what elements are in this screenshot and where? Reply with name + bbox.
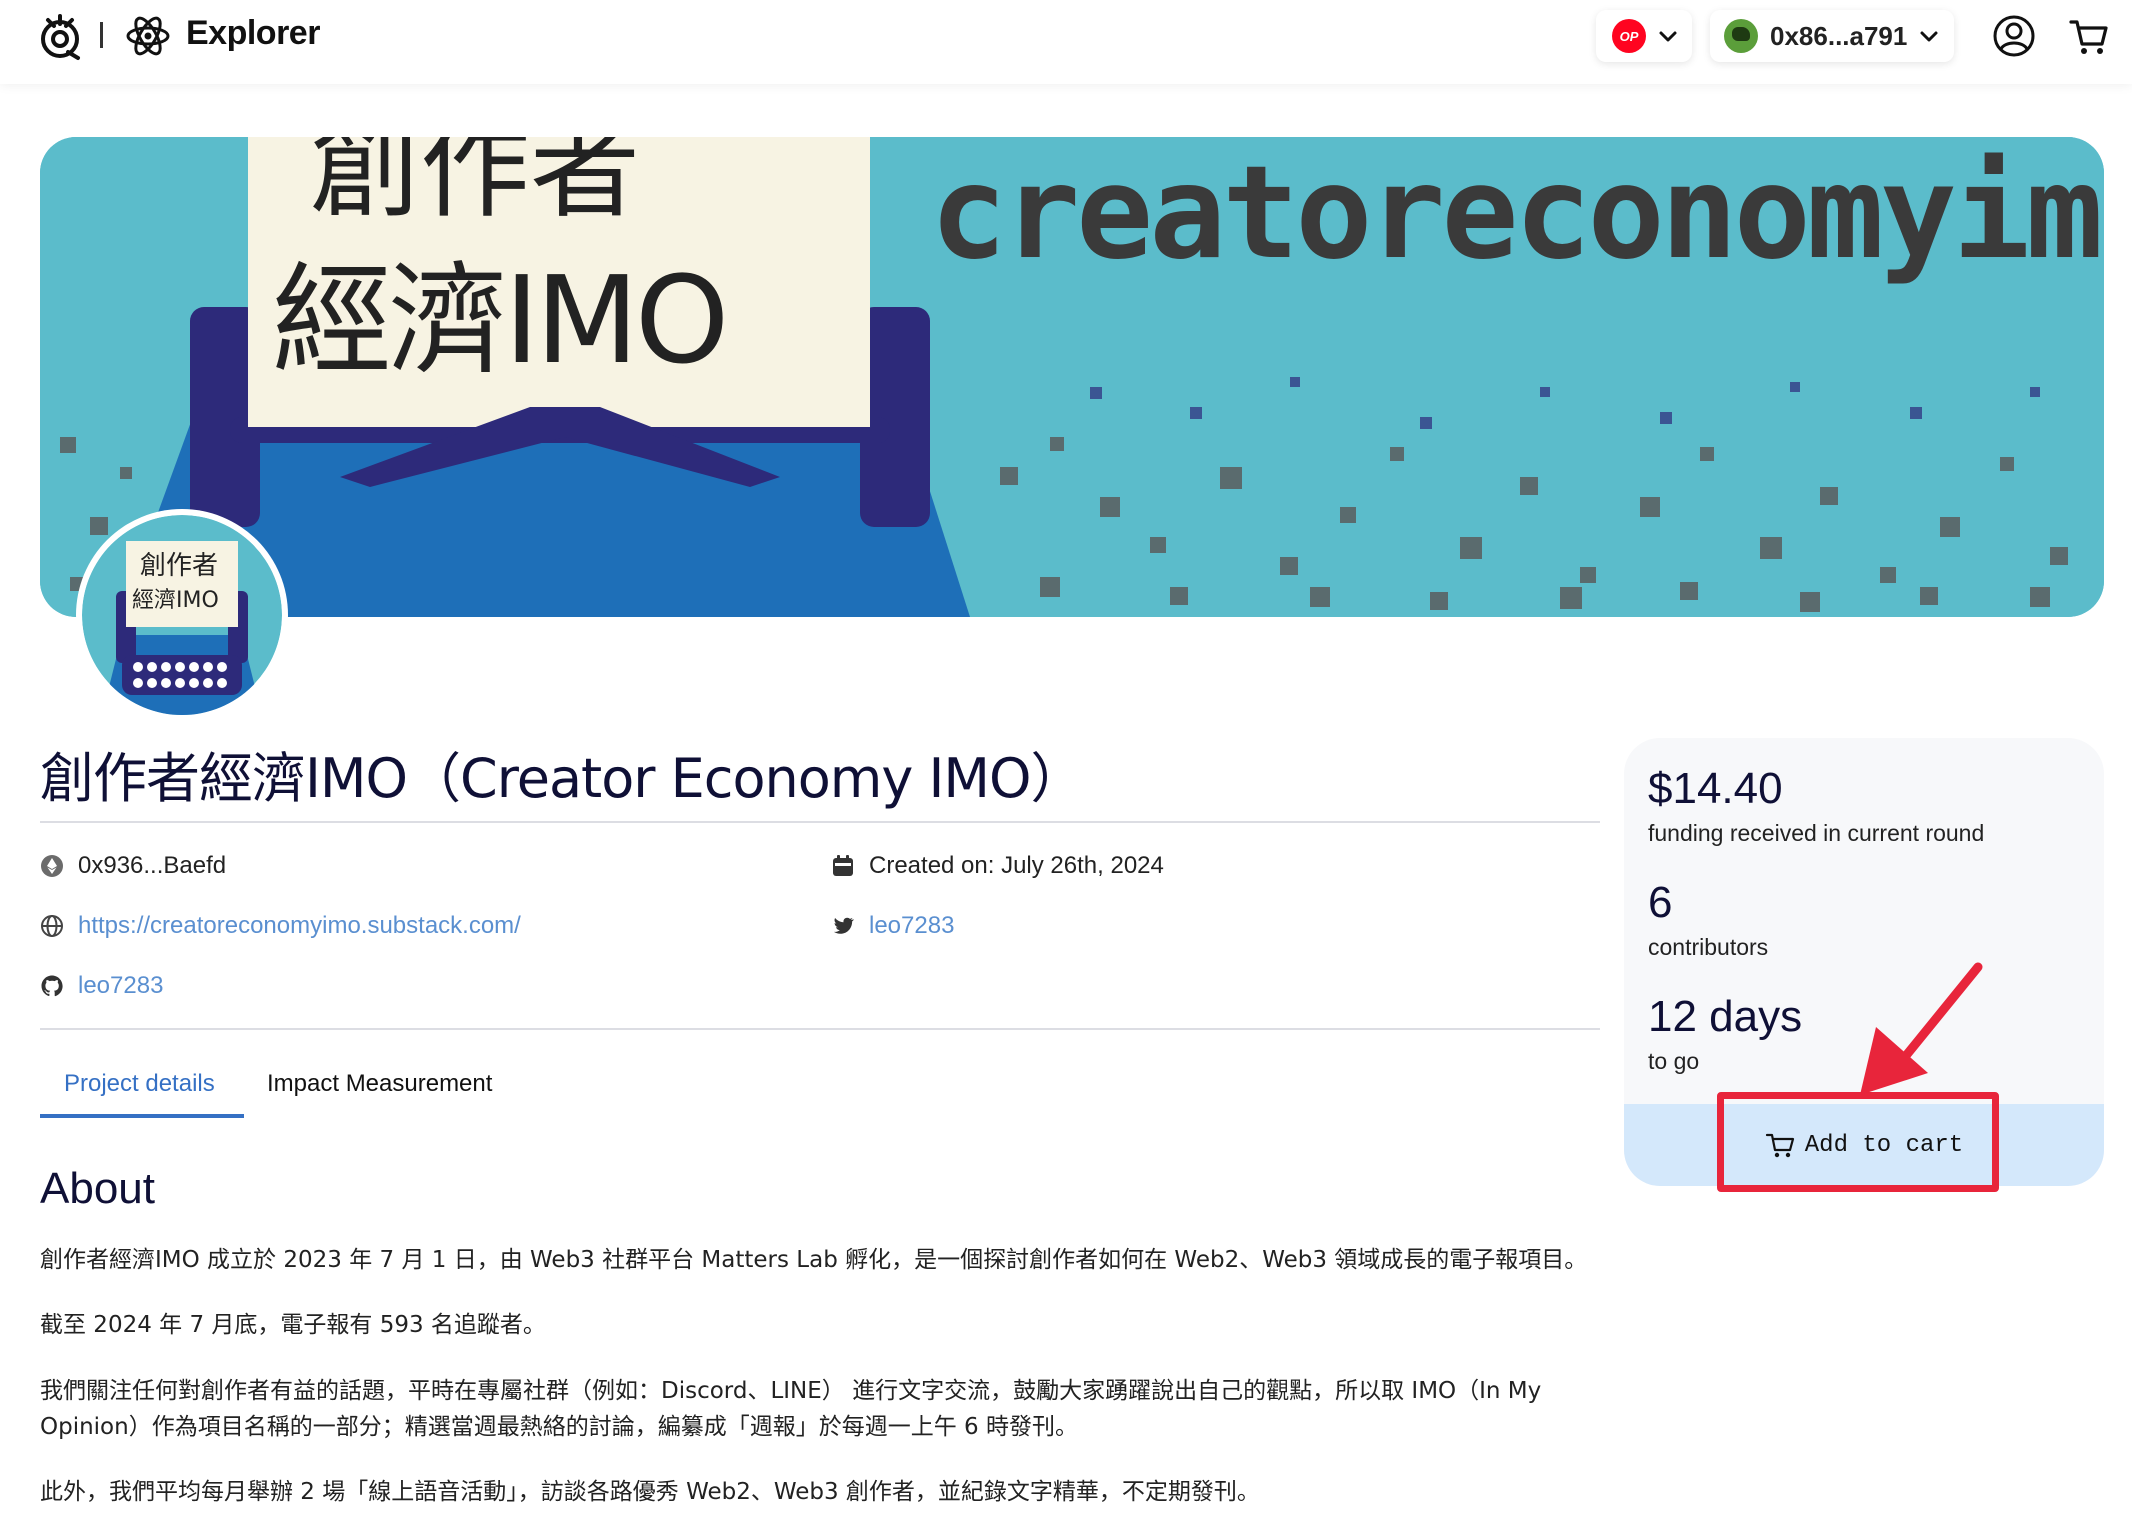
owner-address: 0x936...Baefd xyxy=(78,852,227,879)
funding-label: funding received in current round xyxy=(1648,820,1985,846)
avatar-text-line2: 經濟IMO xyxy=(132,588,219,613)
wallet-selector[interactable]: 0x86...a791 xyxy=(1710,10,1954,62)
page-title: 創作者經濟IMO（Creator Economy IMO） xyxy=(40,747,1084,810)
project-banner-image: creatoreconomyimo 創作者 經濟IMO xyxy=(40,137,2104,617)
twitter-link[interactable]: leo7283 xyxy=(869,912,954,940)
atom-icon xyxy=(126,16,170,56)
banner-title-line1: 創作者 xyxy=(310,137,640,233)
divider xyxy=(40,1028,1600,1030)
top-navigation-bar: Explorer OP 0x86...a791 xyxy=(0,0,2132,84)
ethereum-icon xyxy=(41,855,63,877)
created-date-row: Created on: July 26th, 2024 xyxy=(831,852,1164,880)
calendar-icon xyxy=(833,855,853,876)
about-paragraph: 我們關注任何對創作者有益的話題，平時在專屬社群（例如：Discord、LINE）… xyxy=(40,1378,1542,1440)
annotation-arrow-icon xyxy=(1860,962,1983,1095)
github-link[interactable]: leo7283 xyxy=(78,972,163,1000)
github-icon xyxy=(41,975,63,997)
created-date: Created on: July 26th, 2024 xyxy=(869,852,1164,879)
twitter-icon xyxy=(833,917,854,934)
globe-icon xyxy=(41,915,63,937)
tab-impact-measurement[interactable]: Impact Measurement xyxy=(267,1070,492,1098)
banner-wordmark: creatoreconomyimo xyxy=(930,139,2104,288)
tab-project-details[interactable]: Project details xyxy=(64,1070,215,1098)
website-link[interactable]: https://creatoreconomyimo.substack.com/ xyxy=(78,912,521,940)
wallet-avatar xyxy=(1724,19,1758,53)
active-tab-indicator xyxy=(40,1114,244,1118)
contributors-label: contributors xyxy=(1648,934,1769,960)
days-remaining-label: to go xyxy=(1648,1048,1700,1074)
contributors-count: 6 xyxy=(1648,878,1673,927)
about-heading: About xyxy=(40,1164,155,1213)
network-selector[interactable]: OP xyxy=(1596,10,1692,62)
website-row: https://creatoreconomyimo.substack.com/ xyxy=(40,912,521,940)
wallet-address: 0x86...a791 xyxy=(1770,20,1908,51)
logo-divider xyxy=(100,22,103,48)
user-icon[interactable] xyxy=(1992,14,2036,58)
annotation-highlight-box xyxy=(1717,1092,1999,1192)
github-row: leo7283 xyxy=(40,972,163,1000)
about-paragraph: 此外，我們平均每月舉辦 2 場「線上語音活動」，訪談各路優秀 Web2、Web3… xyxy=(40,1479,1260,1505)
avatar-text-line1: 創作者 xyxy=(140,551,218,581)
owner-address-row: 0x936...Baefd xyxy=(40,852,226,880)
about-paragraph: 截至 2024 年 7 月底，電子報有 593 名追蹤者。 xyxy=(40,1312,546,1338)
funding-amount: $14.40 xyxy=(1648,764,1783,813)
app-title[interactable]: Explorer xyxy=(186,14,320,53)
chevron-down-icon xyxy=(1659,31,1677,42)
optimism-icon: OP xyxy=(1612,19,1646,53)
banner-title-line2: 經濟IMO xyxy=(272,252,725,391)
days-remaining: 12 days xyxy=(1648,992,1803,1041)
gitcoin-logo-icon[interactable] xyxy=(38,12,84,62)
chevron-down-icon xyxy=(1920,31,1938,42)
about-paragraph: 創作者經濟IMO 成立於 2023 年 7 月 1 日，由 Web3 社群平台 … xyxy=(40,1247,1588,1273)
divider xyxy=(40,821,1600,823)
project-avatar: 創作者 經濟IMO xyxy=(82,515,282,715)
twitter-row: leo7283 xyxy=(831,912,954,940)
cart-icon[interactable] xyxy=(2068,16,2110,58)
